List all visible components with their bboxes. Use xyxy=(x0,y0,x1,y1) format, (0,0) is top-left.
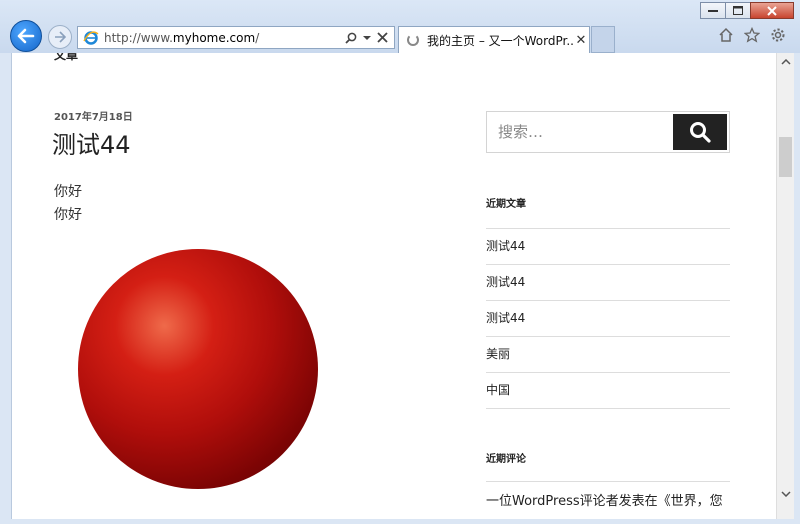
window-controls xyxy=(700,2,794,19)
dropdown-arrow-icon[interactable] xyxy=(363,35,371,41)
search-button[interactable] xyxy=(673,114,727,150)
close-icon xyxy=(767,5,777,16)
minimize-button[interactable] xyxy=(700,2,726,19)
address-url[interactable]: http://www.myhome.com/ xyxy=(104,31,345,45)
recent-post-item[interactable]: 中国 xyxy=(486,373,730,409)
search-icon[interactable] xyxy=(345,32,357,44)
recent-posts-title: 近期文章 xyxy=(486,199,526,210)
stop-icon[interactable] xyxy=(377,32,388,43)
minimize-icon xyxy=(708,9,718,12)
recent-post-item[interactable]: 美丽 xyxy=(486,337,730,373)
recent-post-item[interactable]: 测试44 xyxy=(486,301,730,337)
post-body-line: 你好 xyxy=(54,207,82,223)
post-image-red-sphere xyxy=(78,249,318,489)
post-date[interactable]: 2017年7月18日 xyxy=(54,108,133,123)
forward-button[interactable] xyxy=(48,25,72,49)
tab-title: 我的主页 – 又一个WordPr... xyxy=(427,33,573,48)
widget-divider xyxy=(486,481,730,482)
vertical-scrollbar[interactable] xyxy=(776,53,794,519)
back-button[interactable] xyxy=(10,20,42,52)
post-title[interactable]: 测试44 xyxy=(52,125,131,160)
maximize-icon xyxy=(733,6,743,15)
post-body-line: 你好 xyxy=(54,184,82,200)
maximize-button[interactable] xyxy=(725,2,751,19)
ie-logo-icon xyxy=(82,29,100,47)
url-prefix: http://www. xyxy=(104,30,173,45)
window-frame-left xyxy=(0,53,12,524)
search-icon xyxy=(690,122,711,143)
search-form xyxy=(486,111,730,153)
window-frame-bottom xyxy=(0,519,800,524)
forward-arrow-icon xyxy=(55,31,66,43)
url-suffix: / xyxy=(255,30,260,45)
back-arrow-icon xyxy=(17,28,35,44)
recent-post-item[interactable]: 测试44 xyxy=(486,265,730,301)
page-viewport: 文章 2017年7月18日 测试44 你好 你好 近期文章 测试44 测试44 … xyxy=(12,53,776,519)
recent-posts-list: 测试44 测试44 测试44 美丽 中国 xyxy=(486,228,730,409)
home-icon[interactable] xyxy=(718,27,734,43)
recent-post-item[interactable]: 测试44 xyxy=(486,229,730,265)
search-input[interactable] xyxy=(487,112,673,152)
close-window-button[interactable] xyxy=(750,2,794,19)
toolbar-right xyxy=(718,27,786,43)
url-domain: myhome.com xyxy=(172,30,256,45)
new-tab-button[interactable] xyxy=(591,26,615,53)
favorites-star-icon[interactable] xyxy=(744,27,760,43)
post-body: 你好 你好 xyxy=(54,181,82,227)
gear-icon[interactable] xyxy=(770,27,786,43)
scroll-up-icon[interactable] xyxy=(777,57,795,68)
tab-close-icon[interactable]: ✕ xyxy=(573,33,589,48)
address-bar[interactable]: http://www.myhome.com/ xyxy=(77,26,395,49)
scroll-down-icon[interactable] xyxy=(777,489,795,500)
recent-comment-item[interactable]: 一位WordPress评论者发表在《世界，您 xyxy=(486,490,756,509)
recent-comments-title: 近期评论 xyxy=(486,454,526,465)
browser-chrome: http://www.myhome.com/ 我的主页 – 又一个WordPr.… xyxy=(0,0,800,54)
section-heading: 文章 xyxy=(54,53,79,62)
window-frame-right xyxy=(794,53,800,524)
address-tools xyxy=(345,32,388,44)
tab-active[interactable]: 我的主页 – 又一个WordPr... ✕ xyxy=(398,26,590,53)
loading-spinner-icon xyxy=(407,34,419,46)
scrollbar-thumb[interactable] xyxy=(779,137,792,177)
